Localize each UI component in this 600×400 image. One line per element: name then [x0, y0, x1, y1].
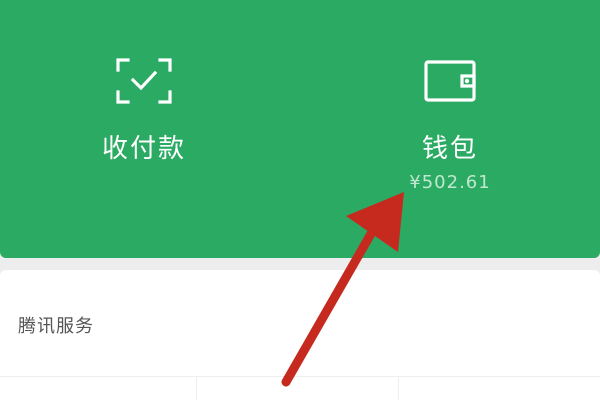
wechat-services-page: 收付款 钱包 ¥502.61 腾讯服务	[0, 0, 600, 400]
services-card: 腾讯服务	[0, 270, 600, 400]
wallet-balance: ¥502.61	[409, 172, 491, 193]
payment-tile[interactable]: 收付款	[0, 0, 300, 258]
scan-check-icon	[116, 58, 172, 104]
grid-separator	[196, 376, 197, 400]
wallet-icon	[424, 60, 476, 102]
wallet-label: 钱包	[421, 134, 478, 164]
services-divider	[0, 376, 600, 377]
wallet-tile[interactable]: 钱包 ¥502.61	[300, 0, 600, 258]
services-title: 腾讯服务	[18, 316, 94, 337]
wallet-panel: 收付款 钱包 ¥502.61	[0, 0, 600, 258]
grid-separator	[398, 376, 399, 400]
payment-label: 收付款	[101, 134, 186, 164]
